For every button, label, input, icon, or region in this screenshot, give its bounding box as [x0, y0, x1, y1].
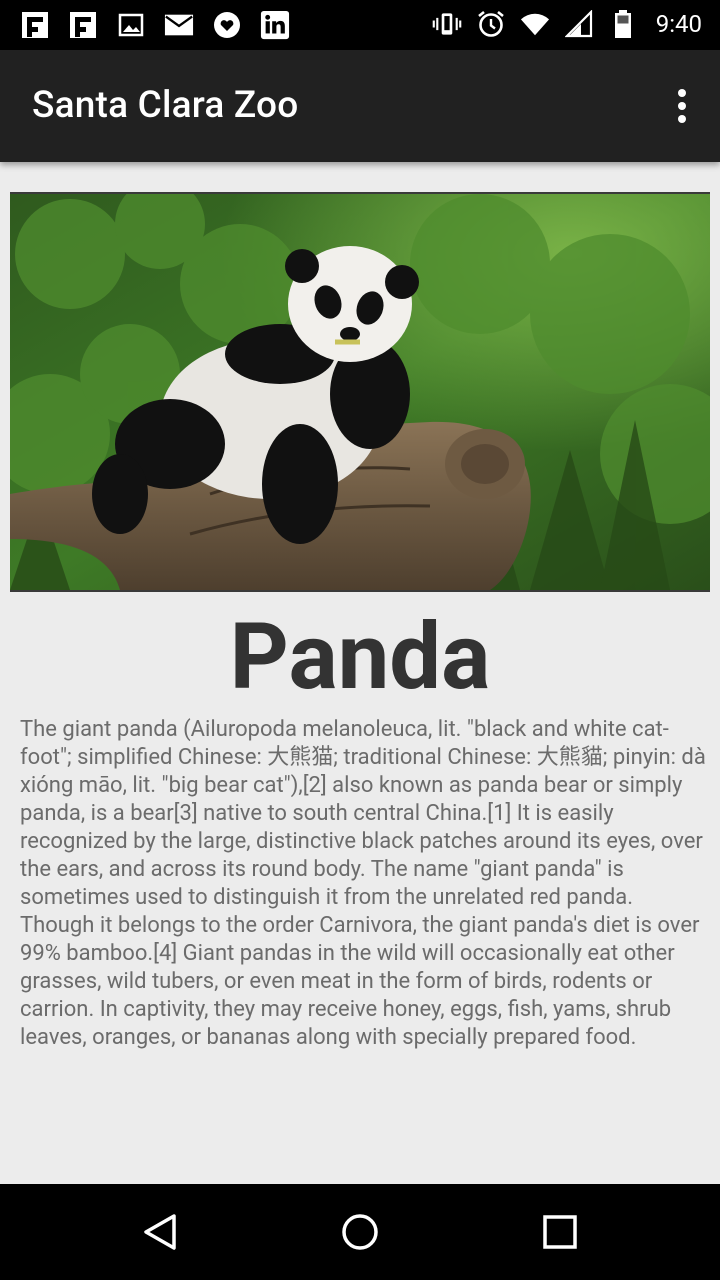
status-time: 9:40: [655, 10, 702, 38]
alarm-icon: [476, 9, 506, 39]
notification-icons: [20, 10, 290, 40]
battery-icon: [608, 9, 638, 39]
app-bar: Santa Clara Zoo: [0, 50, 720, 162]
flipboard-icon: [20, 10, 50, 40]
navigation-bar: [0, 1184, 720, 1280]
mail-icon: [164, 10, 194, 40]
recents-icon: [543, 1215, 577, 1249]
animal-name: Panda: [229, 604, 491, 711]
system-icons: 9:40: [432, 9, 702, 39]
image-icon: [116, 10, 146, 40]
linkedin-icon: [260, 10, 290, 40]
back-button[interactable]: [140, 1212, 180, 1252]
more-vert-icon: [678, 89, 686, 123]
flipboard-icon: [68, 10, 98, 40]
animal-image: [10, 192, 710, 592]
vibrate-icon: [432, 9, 462, 39]
recents-button[interactable]: [540, 1212, 580, 1252]
back-icon: [144, 1214, 176, 1250]
home-icon: [342, 1214, 378, 1250]
app-title: Santa Clara Zoo: [32, 84, 299, 127]
overflow-menu-button[interactable]: [672, 88, 692, 124]
home-button[interactable]: [340, 1212, 380, 1252]
status-bar: 9:40: [0, 0, 720, 50]
panda-image: [10, 194, 710, 590]
heart-message-icon: [212, 10, 242, 40]
signal-icon: [564, 9, 594, 39]
animal-description: The giant panda (Ailuropoda melanoleuca,…: [20, 717, 706, 1050]
wifi-icon: [520, 9, 550, 39]
